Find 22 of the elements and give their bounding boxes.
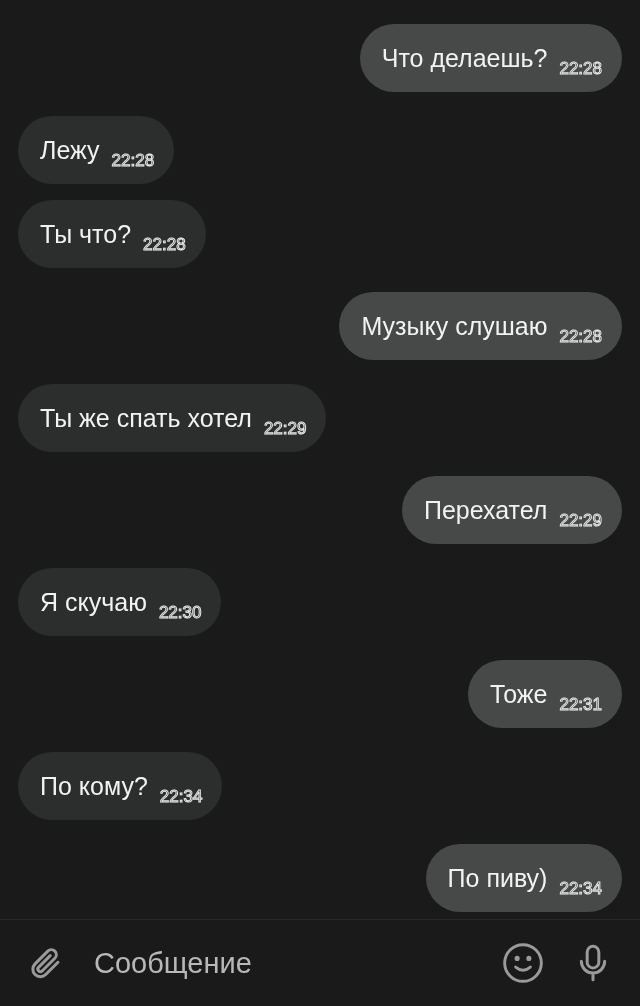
message-text: Перехател bbox=[423, 495, 548, 525]
message-text: Тоже bbox=[489, 679, 548, 709]
message-time: 22:29 bbox=[559, 511, 602, 531]
message-text: По кому? bbox=[40, 771, 148, 801]
message-time: 22:29 bbox=[263, 419, 307, 439]
message-text: Ты что? bbox=[40, 219, 132, 249]
emoji-icon[interactable] bbox=[501, 941, 545, 985]
message-time: 22:28 bbox=[143, 235, 186, 255]
message-time: 22:28 bbox=[111, 151, 155, 171]
message-time: 22:28 bbox=[559, 327, 602, 347]
message-text: Что делаешь? bbox=[381, 43, 548, 73]
message-text: Ты же спать хотел bbox=[40, 403, 252, 433]
message-text: Музыку слушаю bbox=[361, 311, 548, 341]
message-time: 22:28 bbox=[559, 59, 602, 79]
message-input-field[interactable]: Сообщение bbox=[92, 945, 473, 981]
message-time: 22:30 bbox=[158, 603, 202, 623]
message-text: По пиву) bbox=[447, 863, 548, 893]
message-time: 22:34 bbox=[559, 879, 602, 899]
message-time: 22:31 bbox=[559, 695, 602, 715]
message-text: Я скучаю bbox=[40, 587, 147, 617]
message-text: Лежу bbox=[40, 135, 100, 165]
message-time: 22:34 bbox=[159, 787, 203, 807]
